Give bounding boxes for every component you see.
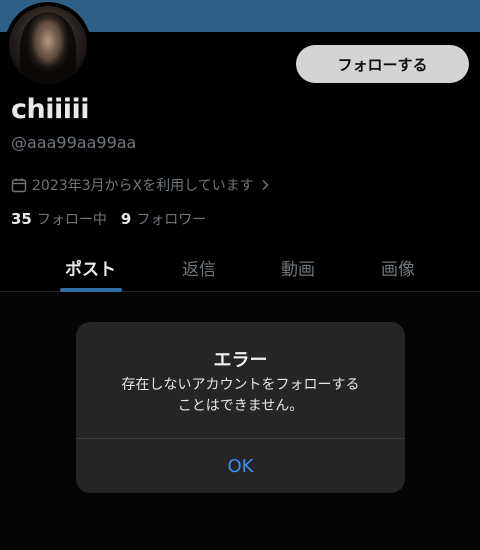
alert-message-line-1: 存在しないアカウントをフォローする bbox=[121, 377, 360, 393]
chevron-right-icon bbox=[262, 179, 269, 191]
alert-message: 存在しないアカウントをフォローする ことはできません。 bbox=[96, 375, 385, 417]
tab-videos[interactable]: 動画 bbox=[281, 255, 315, 280]
following-label: フォロー中 bbox=[36, 212, 107, 228]
error-alert-dialog: エラー 存在しないアカウントをフォローする ことはできません。 OK bbox=[76, 322, 405, 493]
avatar-image bbox=[9, 6, 87, 84]
following-count: 35 bbox=[11, 210, 32, 228]
avatar[interactable] bbox=[5, 2, 91, 88]
tab-posts[interactable]: ポスト bbox=[65, 255, 116, 280]
profile-page: フォローする chiiiii @aaa99aa99aa 2023年3月からXを利… bbox=[0, 0, 480, 550]
alert-title: エラー bbox=[213, 350, 268, 371]
profile-tabs: ポスト 返信 動画 画像 bbox=[0, 247, 480, 292]
follow-stats: 35 フォロー中 9 フォロワー bbox=[11, 209, 220, 229]
followers-count: 9 bbox=[120, 210, 132, 228]
follow-button[interactable]: フォローする bbox=[296, 45, 469, 83]
tab-images[interactable]: 画像 bbox=[381, 255, 415, 280]
followers-stat[interactable]: 9 フォロワー bbox=[121, 209, 206, 229]
ok-button[interactable]: OK bbox=[76, 439, 405, 493]
alert-message-line-2: ことはできません。 bbox=[177, 398, 304, 414]
user-handle: @aaa99aa99aa bbox=[11, 133, 137, 152]
following-stat[interactable]: 35 フォロー中 bbox=[11, 209, 107, 229]
display-name: chiiiii bbox=[11, 94, 90, 125]
followers-label: フォロワー bbox=[136, 212, 207, 228]
joined-date-text: 2023年3月からXを利用しています bbox=[32, 178, 254, 194]
joined-date-row[interactable]: 2023年3月からXを利用しています bbox=[11, 175, 270, 195]
tab-replies[interactable]: 返信 bbox=[182, 255, 216, 280]
calendar-icon bbox=[11, 178, 27, 193]
